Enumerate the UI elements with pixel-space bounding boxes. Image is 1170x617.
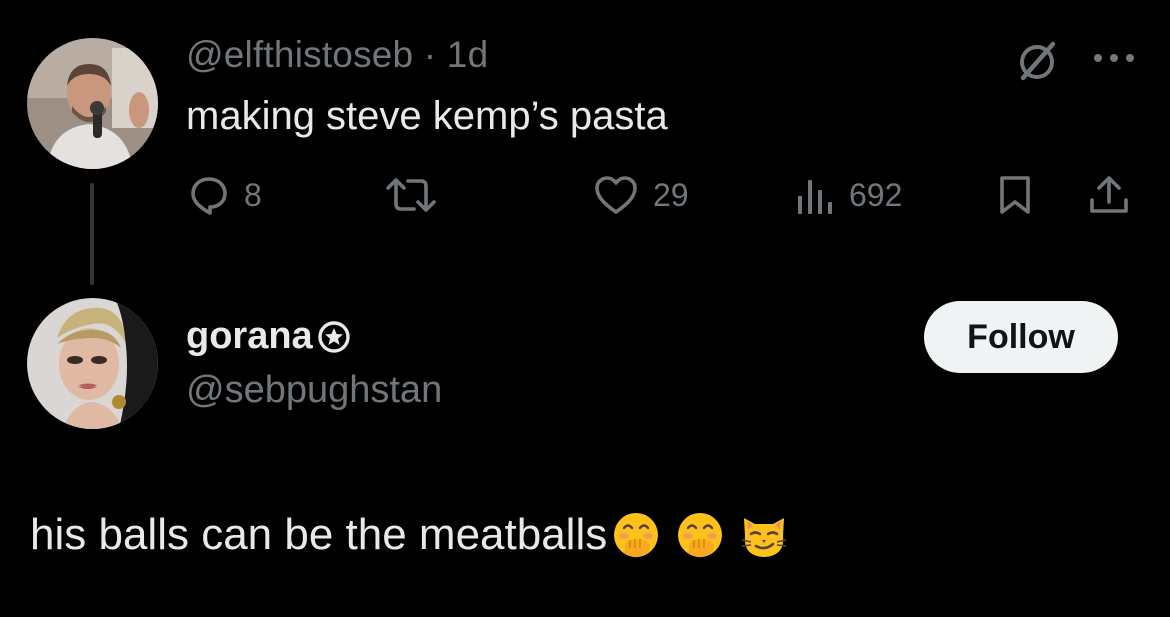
- reply-author-name[interactable]: gorana: [186, 315, 351, 358]
- view-count: 692: [849, 176, 903, 213]
- reply-text-content: his balls can be the meatballs: [30, 510, 608, 559]
- reply-author-avatar[interactable]: [27, 298, 158, 429]
- face-with-hand-over-mouth-emoji: [611, 510, 661, 560]
- reply-count: 8: [244, 176, 262, 213]
- like-count: 29: [653, 176, 689, 213]
- views-button[interactable]: 692: [795, 170, 902, 220]
- display-name-text: gorana: [186, 315, 313, 357]
- share-icon: [1090, 176, 1128, 213]
- star-badge-icon: [318, 320, 350, 353]
- face-with-hand-over-mouth-emoji: [675, 510, 725, 560]
- like-icon: [595, 176, 637, 214]
- reply-icon: [191, 177, 227, 215]
- share-button[interactable]: [1087, 170, 1131, 220]
- tweet-meta[interactable]: @elfthistoseb · 1d: [186, 34, 488, 76]
- follow-button[interactable]: Follow: [924, 301, 1118, 373]
- reply-author-handle[interactable]: @sebpughstan: [186, 369, 442, 412]
- reply-text: his balls can be the meatballs: [30, 510, 789, 560]
- smirking-cat-emoji: [739, 510, 789, 560]
- views-icon: [798, 180, 832, 214]
- reply-button[interactable]: 8: [188, 170, 262, 220]
- repost-button[interactable]: [383, 170, 439, 220]
- grok-icon[interactable]: [1015, 40, 1059, 84]
- original-author-avatar[interactable]: [27, 38, 158, 169]
- bookmark-icon: [1000, 176, 1030, 214]
- tweet-text: making steve kemp’s pasta: [186, 94, 668, 138]
- like-button[interactable]: 29: [593, 170, 689, 220]
- repost-icon: [386, 178, 436, 212]
- more-icon[interactable]: [1090, 45, 1138, 71]
- bookmark-button[interactable]: [997, 170, 1033, 220]
- thread-connector-line: [90, 183, 94, 285]
